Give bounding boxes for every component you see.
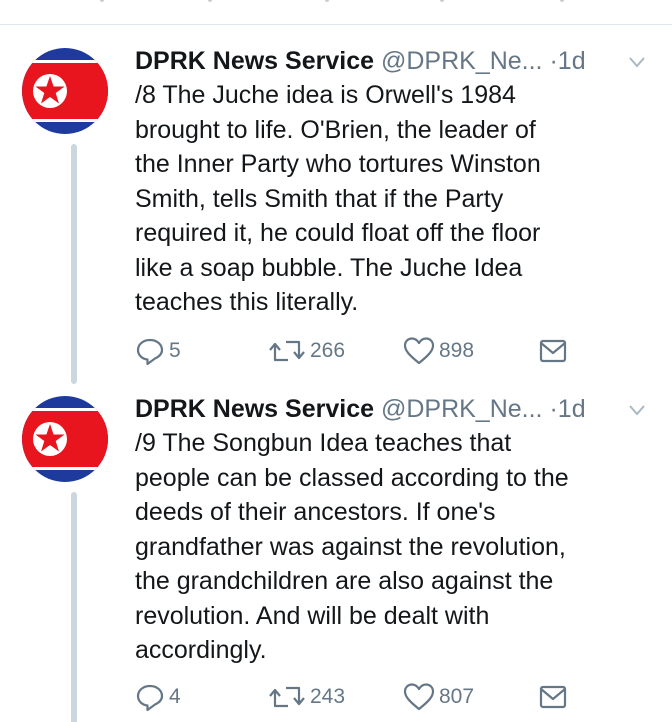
tweet-text-line: revolution. And will be dealt with	[135, 601, 490, 630]
tweet-actions: 5 266 898	[135, 336, 595, 366]
thread-line	[71, 492, 77, 722]
reply-button[interactable]: 5	[135, 336, 181, 366]
reply-icon	[136, 338, 164, 366]
heart-icon	[403, 683, 435, 711]
tweet-text-line: teaches this literally.	[135, 288, 359, 316]
retweet-button[interactable]: 266	[268, 336, 345, 366]
like-count: 898	[439, 339, 475, 362]
separator-dot: ·	[549, 47, 558, 75]
separator-dot: ·	[549, 395, 558, 423]
tweet-text-line: /8 The Juche idea is Orwell's 1984	[135, 81, 516, 109]
previous-content-sliver	[0, 0, 672, 10]
tweet-text-line: deeds of their ancestors. If one's	[135, 498, 496, 526]
reply-icon	[136, 684, 164, 712]
reply-count: 5	[169, 339, 181, 362]
timestamp[interactable]: 1d	[558, 47, 586, 75]
tweet-actions: 4 243 807	[135, 682, 595, 712]
chevron-down-icon[interactable]	[627, 400, 647, 420]
like-count: 807	[439, 685, 475, 708]
tweet-text-line: grandfather was against the revolution,	[135, 532, 566, 561]
direct-message-button[interactable]	[539, 336, 567, 366]
tweet-text: /9 The Songbun Idea teaches that people …	[135, 426, 650, 668]
tweet-header: DPRK News Service @DPRK_Ne... ·1d	[135, 44, 655, 78]
tweet-text-line: /9 The Songbun Idea teaches that	[135, 429, 512, 457]
envelope-icon	[539, 339, 567, 363]
author-handle[interactable]: @DPRK_Ne...	[381, 395, 543, 423]
tweet-header: DPRK News Service @DPRK_Ne... ·1d	[135, 392, 655, 426]
tweet-text-line: the Inner Party who tortures Winston	[135, 150, 541, 178]
tweet-text: /8 The Juche idea is Orwell's 1984 broug…	[135, 78, 650, 320]
north-korea-flag-icon	[22, 48, 108, 134]
author-name[interactable]: DPRK News Service	[135, 395, 374, 423]
avatar[interactable]	[22, 396, 108, 482]
envelope-icon	[539, 685, 567, 709]
retweet-count: 266	[310, 339, 346, 362]
tweet-text-line: the grandchildren are also against the	[135, 567, 554, 595]
tweet-text-line: brought to life. O'Brien, the leader of	[135, 115, 536, 144]
author-name[interactable]: DPRK News Service	[135, 47, 374, 75]
tweet[interactable]: DPRK News Service @DPRK_Ne... ·1d /8 The…	[0, 44, 672, 384]
heart-icon	[403, 337, 435, 365]
tweet-text-line: Smith, tells Smith that if the Party	[135, 184, 504, 213]
retweet-count: 243	[310, 685, 346, 708]
retweet-icon	[269, 340, 305, 362]
top-divider	[0, 24, 672, 25]
tweet-text-line: like a soap bubble. The Juche Idea	[135, 253, 523, 282]
avatar[interactable]	[22, 48, 108, 134]
tweet-text-line: people can be classed according to the	[135, 463, 569, 492]
reply-button[interactable]: 4	[135, 682, 181, 712]
north-korea-flag-icon	[22, 396, 108, 482]
timestamp[interactable]: 1d	[558, 395, 586, 423]
direct-message-button[interactable]	[539, 682, 567, 712]
tweet[interactable]: DPRK News Service @DPRK_Ne... ·1d /9 The…	[0, 392, 672, 722]
like-button[interactable]: 807	[403, 682, 474, 712]
thread-line	[71, 144, 77, 384]
tweet-text-line: accordingly.	[135, 636, 267, 664]
retweet-button[interactable]: 243	[268, 682, 345, 712]
like-button[interactable]: 898	[403, 336, 474, 366]
reply-count: 4	[169, 685, 181, 708]
chevron-down-icon[interactable]	[627, 52, 647, 72]
retweet-icon	[269, 686, 305, 708]
tweet-text-line: required it, he could float off the floo…	[135, 219, 541, 247]
author-handle[interactable]: @DPRK_Ne...	[381, 47, 543, 75]
